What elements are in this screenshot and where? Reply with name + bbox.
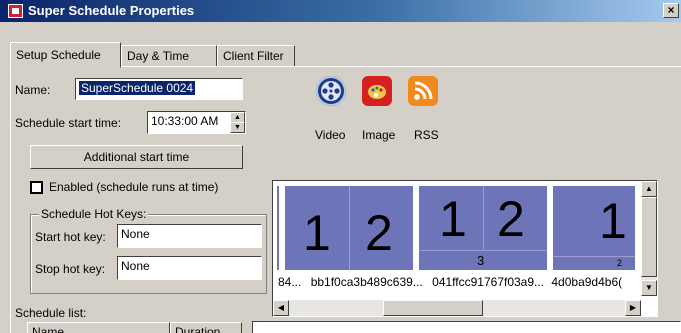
start-time-value: 10:33:00 AM (151, 114, 219, 128)
name-label: Name: (15, 83, 51, 97)
vertical-scrollbar[interactable]: ▲ ▼ (641, 181, 657, 296)
zone-number: 2 (617, 258, 623, 268)
stop-hotkey-label: Stop hot key: (35, 262, 106, 276)
column-header-duration[interactable]: Duration (170, 322, 242, 333)
additional-start-time-button[interactable]: Additional start time (30, 145, 243, 169)
palette-icon[interactable] (362, 76, 392, 106)
spin-down-button[interactable]: ▼ (230, 122, 245, 133)
dialog-window: Super Schedule Properties × Setup Schedu… (0, 0, 681, 333)
window-title: Super Schedule Properties (28, 3, 195, 18)
scroll-left-button[interactable]: ◀ (273, 300, 289, 316)
schedule-detail-box (252, 321, 681, 333)
scroll-up-button[interactable]: ▲ (641, 181, 657, 197)
name-input-value: SuperSchedule 0024 (79, 81, 196, 95)
hotkeys-legend: Schedule Hot Keys: (39, 207, 149, 221)
horizontal-scrollbar[interactable]: ◀ ▶ (273, 300, 641, 316)
zone-number: 2 (365, 205, 393, 261)
start-time-label: Schedule start time: (15, 116, 122, 130)
video-reel-icon[interactable] (316, 76, 346, 106)
zone-number: 1 (439, 191, 467, 247)
scroll-right-button[interactable]: ▶ (625, 300, 641, 316)
layout-preview-list[interactable]: 1 2 1 2 3 1 2 84... bb1f0ca3b489c639... … (272, 180, 658, 317)
thumbnail-id: 4d0ba9d4b6( (551, 275, 623, 289)
horizontal-scroll-thumb[interactable] (383, 300, 483, 316)
stop-hotkey-value: None (121, 259, 150, 273)
image-label: Image (362, 128, 396, 142)
layout-thumbnail[interactable]: 1 2 (285, 186, 413, 270)
zone-number: 2 (497, 191, 525, 247)
start-hotkey-input[interactable]: None (117, 224, 262, 248)
thumbnail-id: 84... (278, 275, 302, 289)
rss-label: RSS (414, 128, 439, 142)
vertical-scroll-thumb[interactable] (641, 197, 657, 277)
zone-number: 3 (477, 253, 485, 268)
schedule-list-label: Schedule list: (15, 306, 87, 320)
start-hotkey-value: None (121, 227, 150, 241)
thumbnail-id: 041ffcc91767f03a9... (432, 275, 545, 289)
layout-thumbnail[interactable]: 1 2 3 (419, 186, 547, 270)
column-header-name[interactable]: Name (27, 322, 170, 333)
rss-icon[interactable] (408, 76, 438, 106)
thumbnail-ids: 84... bb1f0ca3b489c639... 041ffcc91767f0… (278, 275, 622, 289)
zone-number: 1 (303, 205, 331, 261)
zone-number: 1 (599, 193, 627, 249)
stop-hotkey-input[interactable]: None (117, 256, 262, 280)
title-bar: Super Schedule Properties × (0, 0, 681, 22)
layout-thumbnail[interactable]: 1 2 (553, 186, 635, 270)
video-label: Video (315, 128, 346, 142)
start-hotkey-label: Start hot key: (35, 230, 106, 244)
name-input[interactable]: SuperSchedule 0024 (75, 78, 243, 100)
tab-client-filter[interactable]: Client Filter (217, 45, 295, 67)
tab-day-time[interactable]: Day & Time (121, 45, 217, 67)
app-icon (8, 4, 23, 18)
scroll-down-button[interactable]: ▼ (641, 280, 657, 296)
thumbnail-partial[interactable] (277, 186, 279, 270)
enabled-checkbox[interactable] (30, 181, 43, 194)
thumbnail-id: bb1f0ca3b489c639... (310, 275, 423, 289)
tab-setup-schedule[interactable]: Setup Schedule (10, 42, 121, 68)
enabled-label: Enabled (schedule runs at time) (49, 180, 219, 194)
close-button[interactable]: × (663, 3, 679, 18)
